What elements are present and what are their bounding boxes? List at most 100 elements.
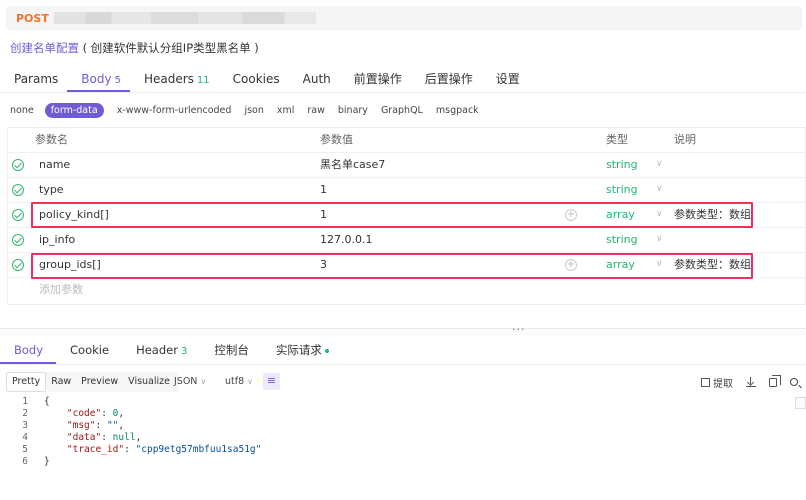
body-type-binary[interactable]: binary (338, 105, 368, 116)
column-header-name: 参数名 (35, 133, 68, 146)
tab-headers[interactable]: Headers 11 (130, 68, 219, 92)
editor-scrollbar[interactable] (795, 397, 806, 409)
table-header-row: 参数名 参数值 类型 说明 (8, 128, 805, 153)
param-name[interactable]: name (39, 153, 70, 177)
panel-resize-handle[interactable]: ··· (0, 323, 806, 336)
body-type-raw[interactable]: raw (307, 105, 325, 116)
tab-count-badge: 11 (196, 75, 210, 86)
body-type-none[interactable]: none (10, 105, 34, 116)
response-tabs: Body Cookie Header 3 控制台 实际请求 (0, 340, 342, 364)
param-name[interactable]: policy_kind[] (39, 203, 109, 227)
param-value[interactable]: 3 (320, 253, 327, 277)
row-enabled-checkbox[interactable] (12, 209, 24, 221)
chevron-down-icon[interactable]: ∨ (656, 178, 663, 200)
chevron-down-icon: ∨ (200, 377, 207, 386)
request-url-redacted (54, 12, 316, 24)
view-preview-button[interactable]: Preview (76, 372, 123, 392)
code-brace: { (44, 396, 50, 407)
tab-count-badge: 5 (114, 75, 121, 86)
param-type[interactable]: array (606, 253, 635, 277)
body-type-selector: none form-data x-www-form-urlencoded jso… (10, 103, 492, 118)
tab-pre-actions[interactable]: 前置操作 (340, 68, 411, 92)
status-dot-icon (324, 348, 329, 353)
param-description[interactable]: 参数类型：数组 (674, 203, 751, 227)
param-type[interactable]: string (606, 178, 638, 202)
body-type-urlencoded[interactable]: x-www-form-urlencoded (117, 105, 232, 116)
table-row: type 1 string ∨ (8, 178, 805, 203)
http-method[interactable]: POST (16, 12, 54, 25)
row-enabled-checkbox[interactable] (12, 234, 24, 246)
response-code-editor[interactable]: 1 2 3 4 5 6 { "code": 0, "msg": "", "dat… (6, 396, 806, 500)
table-row: name 黑名单case7 string ∨ (8, 153, 805, 178)
search-icon (790, 378, 798, 386)
add-value-icon[interactable]: + (565, 259, 577, 271)
tab-response-header[interactable]: Header 3 (122, 340, 200, 364)
extract-icon (701, 377, 710, 387)
column-header-desc: 说明 (674, 133, 696, 146)
tab-body[interactable]: Body 5 (67, 68, 130, 92)
chevron-down-icon[interactable]: ∨ (656, 253, 663, 275)
chevron-down-icon[interactable]: ∨ (656, 153, 663, 175)
tab-console[interactable]: 控制台 (200, 340, 262, 364)
body-type-json[interactable]: json (244, 105, 263, 116)
code-brace: } (44, 456, 50, 467)
add-value-icon[interactable]: + (565, 209, 577, 221)
add-param-row[interactable]: 添加参数 (8, 278, 805, 303)
format-select[interactable]: JSON ∨ (174, 372, 206, 392)
tabs-divider (0, 364, 806, 365)
view-raw-button[interactable]: Raw (46, 372, 76, 392)
chevron-down-icon[interactable]: ∨ (656, 228, 663, 250)
column-header-type: 类型 (606, 133, 628, 146)
view-visualize-button[interactable]: Visualize (123, 372, 175, 392)
table-row: policy_kind[] 1 + array ∨ 参数类型：数组 (8, 203, 805, 228)
tab-post-actions[interactable]: 后置操作 (411, 68, 482, 92)
param-description[interactable]: 参数类型：数组 (674, 253, 751, 277)
row-enabled-checkbox[interactable] (12, 159, 24, 171)
param-value[interactable]: 1 (320, 178, 327, 202)
tab-params[interactable]: Params (0, 68, 67, 92)
param-value[interactable]: 1 (320, 203, 327, 227)
row-enabled-checkbox[interactable] (12, 184, 24, 196)
param-type[interactable]: string (606, 228, 638, 252)
extract-button[interactable]: 提取 (701, 375, 733, 390)
param-name[interactable]: ip_info (39, 228, 75, 252)
response-actions: 提取 (688, 372, 798, 392)
word-wrap-icon[interactable]: ≡ (263, 373, 280, 390)
view-pretty-button[interactable]: Pretty (6, 372, 47, 392)
table-row: group_ids[] 3 + array ∨ 参数类型：数组 (8, 253, 805, 278)
tab-response-body[interactable]: Body (0, 340, 57, 364)
form-data-table: 参数名 参数值 类型 说明 name 黑名单case7 string ∨ typ… (7, 127, 806, 305)
view-mode-toolbar: Pretty Raw Preview Visualize (6, 372, 179, 392)
download-button[interactable] (746, 377, 756, 387)
param-value[interactable]: 127.0.0.1 (320, 228, 372, 252)
param-name[interactable]: type (39, 178, 64, 202)
row-enabled-checkbox[interactable] (12, 259, 24, 271)
api-name[interactable]: 创建名单配置 (10, 41, 79, 55)
search-button[interactable] (790, 378, 798, 386)
copy-button[interactable] (769, 374, 781, 387)
tab-auth[interactable]: Auth (289, 68, 340, 92)
chevron-down-icon[interactable]: ∨ (656, 203, 663, 225)
body-type-form-data[interactable]: form-data (44, 103, 104, 118)
param-type[interactable]: string (606, 153, 638, 177)
column-header-value: 参数值 (320, 133, 353, 146)
tab-actual-request[interactable]: 实际请求 (262, 340, 342, 364)
drag-handle-icon[interactable]: ··· (512, 323, 526, 336)
chevron-down-icon: ∨ (247, 377, 253, 386)
download-icon (746, 377, 756, 387)
tab-response-cookie[interactable]: Cookie (56, 340, 122, 364)
param-value[interactable]: 黑名单case7 (320, 153, 385, 177)
tab-cookies[interactable]: Cookies (219, 68, 289, 92)
code-content: { "code": 0, "msg": "", "data": null, "t… (44, 396, 262, 467)
request-url-bar[interactable]: POST (6, 6, 802, 30)
body-type-graphql[interactable]: GraphQL (381, 105, 423, 116)
body-type-xml[interactable]: xml (277, 105, 295, 116)
api-title: 创建名单配置 ( 创建软件默认分组IP类型黑名单 ) (10, 40, 259, 56)
param-name[interactable]: group_ids[] (39, 253, 101, 277)
add-param-placeholder[interactable]: 添加参数 (39, 278, 83, 302)
encoding-select[interactable]: utf8 ∨ (225, 372, 253, 392)
tab-count-badge: 3 (180, 346, 188, 357)
body-type-msgpack[interactable]: msgpack (436, 105, 479, 116)
tab-settings[interactable]: 设置 (482, 68, 529, 92)
param-type[interactable]: array (606, 203, 635, 227)
